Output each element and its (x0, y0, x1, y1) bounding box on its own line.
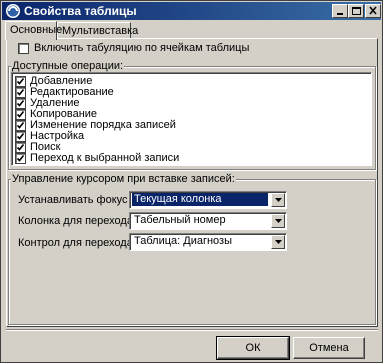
operation-checkbox[interactable] (15, 142, 26, 153)
minimize-icon (337, 13, 343, 15)
cursor-group-title: Управление курсором при вставке записей: (11, 173, 236, 185)
column-label: Колонка для перехода: (18, 215, 137, 227)
focus-select-value: Текущая колонка (132, 193, 268, 206)
check-icon (16, 122, 25, 129)
title-bar[interactable]: Свойства таблицы (2, 2, 381, 20)
tab-multiinsert[interactable]: Мультивставка (57, 22, 138, 39)
focus-dropdown-button[interactable] (271, 193, 285, 207)
ok-button[interactable]: ОК (216, 336, 290, 360)
column-select-value: Табельный номер (134, 214, 226, 226)
check-icon (16, 133, 25, 140)
control-select-value: Таблица: Диагнозы (134, 235, 232, 247)
control-select[interactable]: Таблица: Диагнозы (129, 233, 287, 251)
tab-main[interactable]: Основные (5, 21, 62, 40)
check-icon (16, 111, 25, 118)
check-icon (16, 144, 25, 151)
focus-select[interactable]: Текущая колонка (129, 191, 287, 209)
control-dropdown-button[interactable] (271, 235, 285, 249)
check-icon (16, 78, 25, 85)
tab-order-label: Включить табуляцию по ячейкам таблицы (34, 42, 250, 54)
properties-dialog: Свойства таблицы Основные Мультивставка … (0, 0, 383, 363)
operations-group-title: Доступные операции: (11, 60, 125, 72)
tab-main-label: Основные (10, 24, 63, 36)
chevron-down-icon (275, 198, 282, 202)
tab-multiinsert-label: Мультивставка (62, 25, 139, 37)
maximize-icon (352, 7, 361, 15)
operation-label: Переход к выбранной записи (30, 152, 180, 164)
operation-checkbox[interactable] (15, 131, 26, 142)
operation-checkbox[interactable] (15, 87, 26, 98)
control-label: Контрол для перехода: (18, 237, 136, 249)
focus-label: Устанавливать фокус на: (18, 194, 146, 206)
check-icon (16, 89, 25, 96)
maximize-button[interactable] (348, 4, 364, 18)
operation-checkbox[interactable] (15, 153, 26, 164)
operation-checkbox[interactable] (15, 98, 26, 109)
check-icon (16, 100, 25, 107)
column-select[interactable]: Табельный номер (129, 212, 287, 230)
window-title: Свойства таблицы (24, 4, 137, 18)
chevron-down-icon (275, 219, 282, 223)
footer-separator (6, 329, 378, 331)
chevron-down-icon (275, 240, 282, 244)
tab-order-checkbox[interactable] (18, 43, 29, 54)
minimize-button[interactable] (332, 4, 348, 18)
close-button[interactable] (365, 4, 381, 18)
column-dropdown-button[interactable] (271, 214, 285, 228)
operation-checkbox[interactable] (15, 109, 26, 120)
operation-checkbox[interactable] (15, 120, 26, 131)
operations-list: Добавление Редактирование Удаление Копир… (11, 72, 372, 166)
close-icon (369, 6, 377, 15)
check-icon (16, 155, 25, 162)
operation-checkbox[interactable] (15, 76, 26, 87)
app-circle-icon (6, 4, 20, 18)
cancel-button[interactable]: Отмена (293, 337, 365, 359)
